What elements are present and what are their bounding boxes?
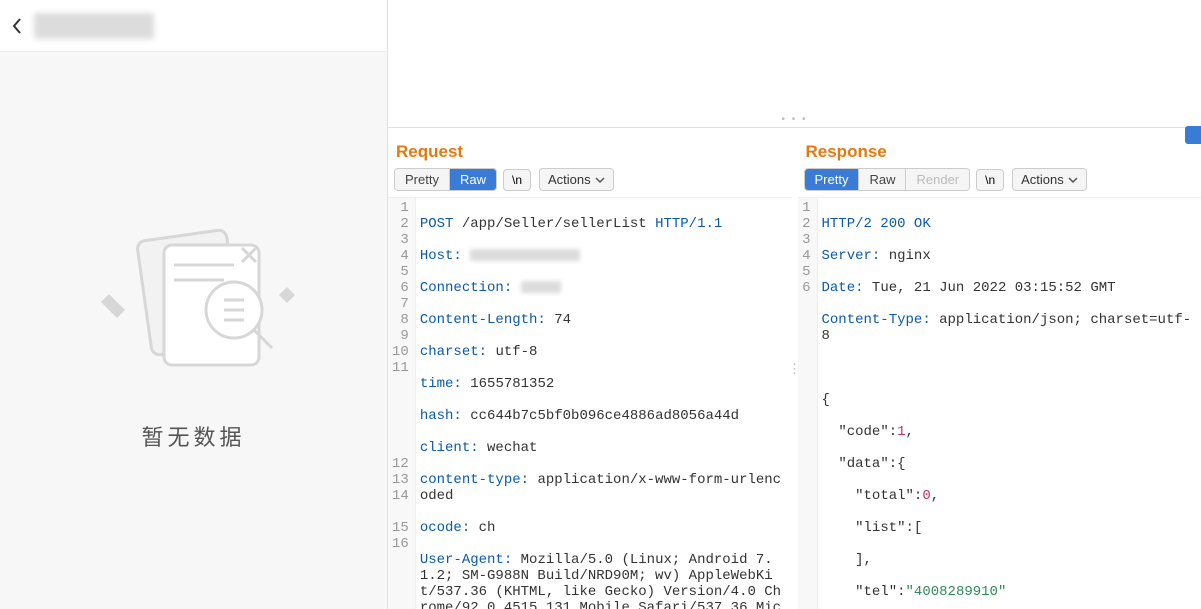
request-tabs: Pretty Raw \n Actions — [388, 168, 792, 198]
app-root: 暂无数据 • • • Request Pretty Raw \n Actions — [0, 0, 1201, 609]
request-actions-menu[interactable]: Actions — [539, 168, 614, 191]
left-title-redacted — [34, 13, 154, 39]
chevron-left-icon — [11, 17, 23, 35]
response-tabs: Pretty Raw Render \n Actions — [798, 168, 1201, 198]
redacted-host — [470, 249, 580, 261]
tab-raw[interactable]: Raw — [858, 169, 905, 190]
chevron-down-icon — [595, 177, 605, 183]
response-panel: Response Pretty Raw Render \n Actions — [798, 128, 1201, 609]
empty-text: 暂无数据 — [141, 420, 245, 452]
redacted-connection — [521, 281, 561, 293]
response-view-segment: Pretty Raw Render — [804, 168, 971, 191]
top-blank-area: • • • — [388, 0, 1201, 128]
response-gutter: 123456 — [798, 198, 818, 609]
newline-toggle[interactable]: \n — [503, 169, 531, 191]
response-code[interactable]: 123456 HTTP/2 200 OK Server: nginx Date:… — [798, 198, 1201, 609]
actions-label: Actions — [548, 172, 591, 187]
tab-raw[interactable]: Raw — [449, 169, 496, 190]
empty-illustration — [84, 210, 304, 390]
actions-label: Actions — [1021, 172, 1064, 187]
back-button[interactable] — [8, 17, 26, 35]
newline-toggle[interactable]: \n — [976, 169, 1004, 191]
response-code-text: HTTP/2 200 OK Server: nginx Date: Tue, 2… — [818, 198, 1201, 609]
tab-pretty[interactable]: Pretty — [805, 169, 859, 190]
request-panel: Request Pretty Raw \n Actions 1234567891… — [388, 128, 792, 609]
panel-badge-icon[interactable] — [1185, 126, 1201, 144]
request-code-text: POST /app/Seller/sellerList HTTP/1.1 Hos… — [416, 198, 792, 609]
request-code[interactable]: 12345678910111213141516 POST /app/Seller… — [388, 198, 792, 609]
request-view-segment: Pretty Raw — [394, 168, 497, 191]
request-title: Request — [388, 128, 792, 168]
empty-state: 暂无数据 — [0, 52, 387, 609]
panels-row: Request Pretty Raw \n Actions 1234567891… — [388, 128, 1201, 609]
response-actions-menu[interactable]: Actions — [1012, 168, 1087, 191]
left-header — [0, 0, 387, 52]
tab-render[interactable]: Render — [905, 169, 969, 190]
tab-pretty[interactable]: Pretty — [395, 169, 449, 190]
left-panel: 暂无数据 — [0, 0, 388, 609]
chevron-down-icon — [1068, 177, 1078, 183]
horizontal-drag-handle[interactable]: • • • — [781, 114, 807, 125]
right-side: • • • Request Pretty Raw \n Actions — [388, 0, 1201, 609]
response-title: Response — [798, 128, 1201, 168]
request-gutter: 12345678910111213141516 — [388, 198, 416, 609]
